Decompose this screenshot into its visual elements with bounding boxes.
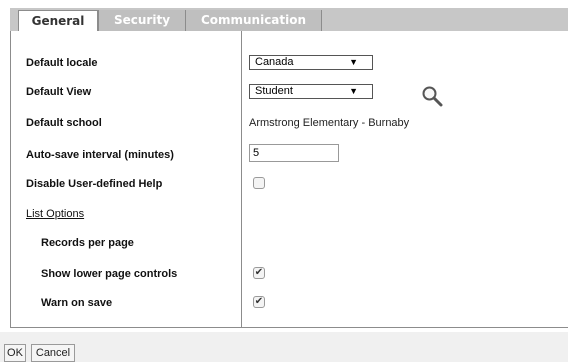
ok-button[interactable]: OK [4,344,26,362]
checkmark-icon: ✔ [254,296,264,307]
records-per-page-label: Records per page [41,237,134,249]
warn-on-save-label: Warn on save [41,297,113,309]
tab-communication[interactable]: Communication [186,10,322,31]
default-locale-label: Default locale [26,57,98,69]
column-divider [241,31,242,327]
disable-help-checkbox[interactable] [253,177,265,189]
magnifier-icon[interactable] [421,85,443,107]
autosave-label: Auto-save interval (minutes) [26,149,174,161]
preferences-dialog: General Security Communication Default l… [0,0,568,362]
cancel-button[interactable]: Cancel [31,344,75,362]
default-view-label: Default View [26,86,92,98]
list-options-link[interactable]: List Options [26,208,84,220]
default-view-value: Student [255,85,293,97]
checkmark-icon: ✔ [254,267,264,278]
disable-help-label: Disable User-defined Help [26,178,163,190]
tab-strip: General Security Communication [10,8,568,32]
show-lower-controls-label: Show lower page controls [41,268,178,280]
general-panel: Default locale Canada ▼ Default View Stu… [10,31,568,328]
triangle-down-icon: ▼ [349,57,358,67]
default-locale-select[interactable]: Canada ▼ [249,55,373,70]
default-school-value: Armstrong Elementary - Burnaby [249,117,410,129]
triangle-down-icon: ▼ [349,86,358,96]
default-locale-value: Canada [255,56,294,68]
warn-on-save-checkbox[interactable]: ✔ [253,296,265,308]
default-school-label: Default school [26,117,102,129]
default-view-select[interactable]: Student ▼ [249,84,373,99]
show-lower-controls-checkbox[interactable]: ✔ [253,267,265,279]
button-bar [0,332,568,362]
autosave-input[interactable]: 5 [249,144,339,162]
tab-security[interactable]: Security [98,10,186,31]
tab-general[interactable]: General [18,10,98,32]
